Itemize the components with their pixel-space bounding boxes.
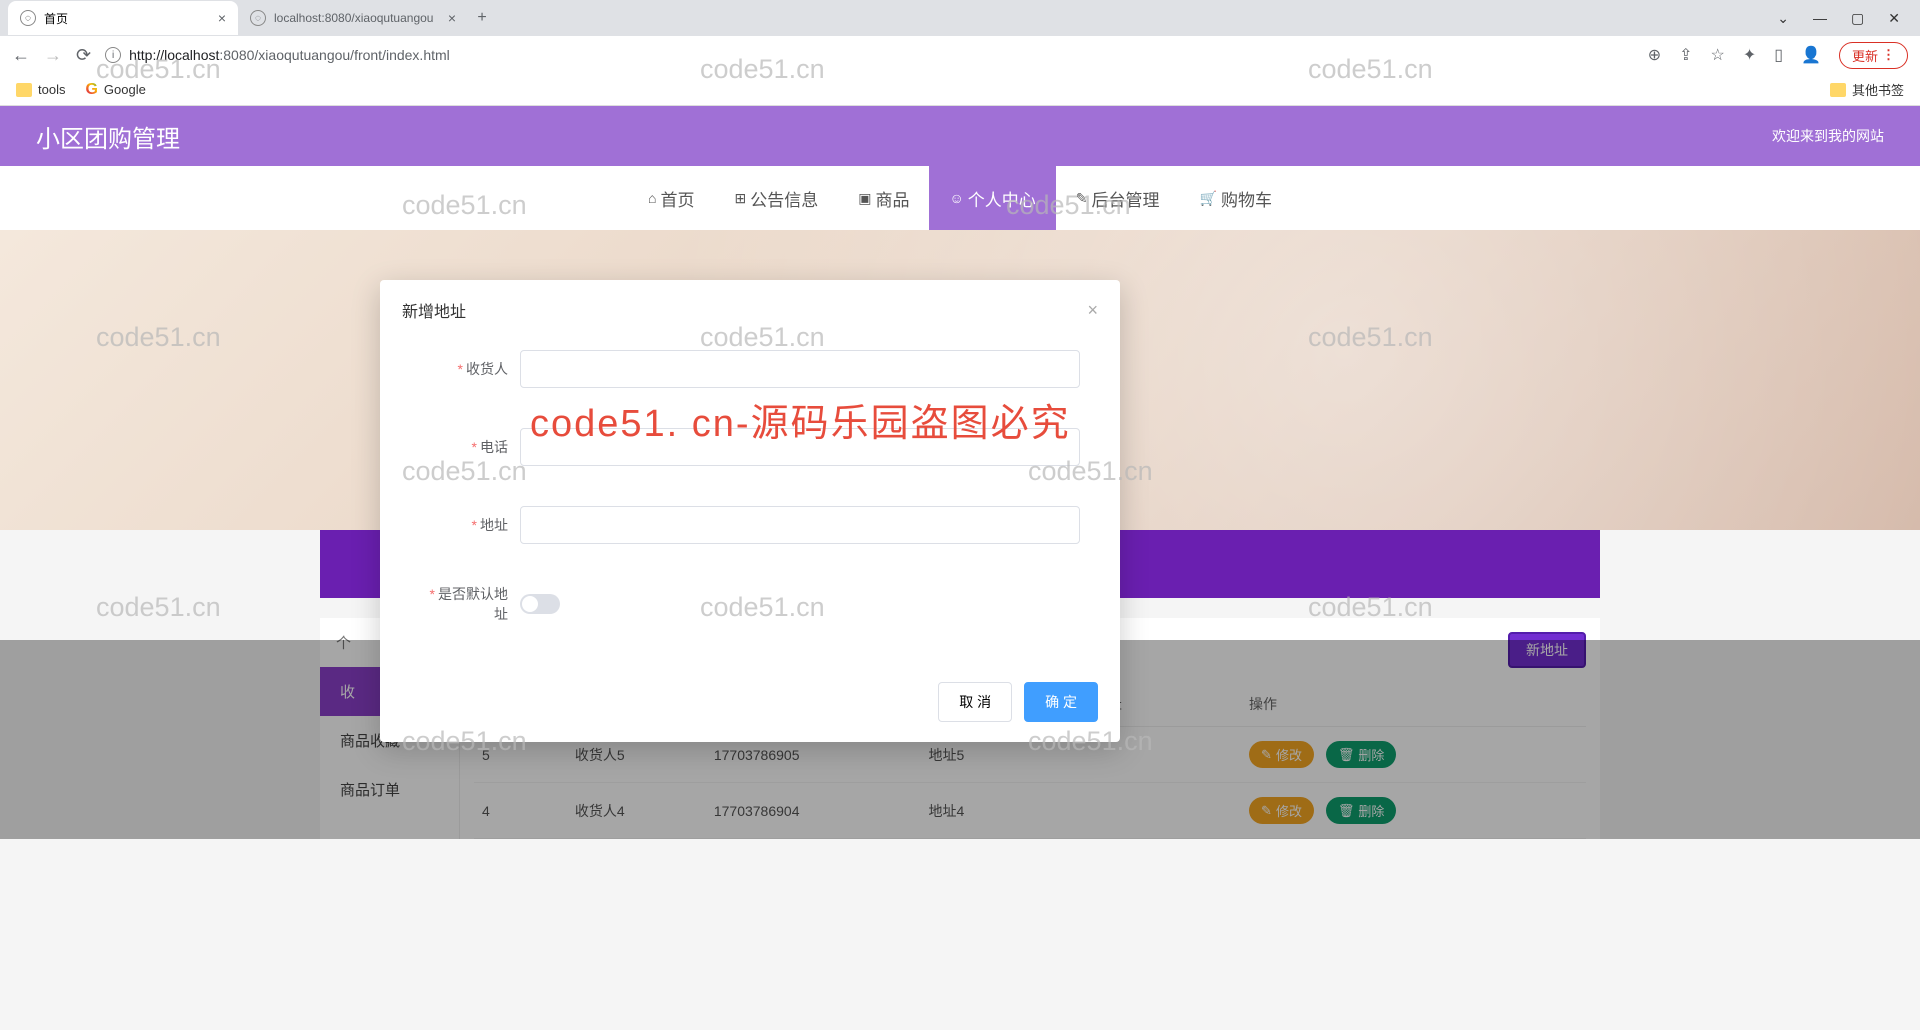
box-icon: ▣: [858, 190, 871, 207]
modal-title: 新增地址: [402, 298, 466, 322]
url-text: http://localhost:8080/xiaoqutuangou/fron…: [129, 47, 450, 63]
cart-icon: 🛒: [1200, 190, 1217, 207]
modal-footer: 取 消 确 定: [380, 670, 1120, 742]
url-input[interactable]: i http://localhost:8080/xiaoqutuangou/fr…: [105, 47, 1634, 63]
nav-products[interactable]: ▣商品: [838, 166, 929, 230]
browser-tab-active[interactable]: ◌ 首页 ×: [8, 1, 238, 35]
globe-icon: ◌: [250, 10, 266, 26]
cancel-button[interactable]: 取 消: [938, 682, 1012, 722]
close-icon[interactable]: ×: [218, 10, 226, 26]
bookmark-other[interactable]: 其他书签: [1830, 80, 1904, 99]
back-icon[interactable]: ←: [12, 45, 30, 66]
phone-label: *电话: [420, 437, 520, 457]
nav-admin[interactable]: ✎后台管理: [1056, 166, 1180, 230]
address-input[interactable]: [520, 506, 1080, 544]
extensions-icon[interactable]: ✦: [1743, 45, 1756, 65]
maximize-icon[interactable]: ▢: [1851, 10, 1864, 27]
forward-icon[interactable]: →: [44, 45, 62, 66]
default-switch[interactable]: [520, 594, 560, 614]
bookmark-tools[interactable]: tools: [16, 82, 65, 97]
globe-icon: ◌: [20, 10, 36, 26]
site-title: 小区团购管理: [36, 119, 180, 154]
default-label: *是否默认地址: [420, 584, 520, 624]
update-button[interactable]: 更新 ⋮: [1839, 42, 1908, 69]
tab-title: 首页: [44, 10, 68, 27]
new-tab-button[interactable]: +: [468, 4, 496, 32]
recipient-input[interactable]: [520, 350, 1080, 388]
folder-icon: [1830, 83, 1846, 97]
modal-header: 新增地址 ×: [380, 280, 1120, 340]
phone-input[interactable]: [520, 428, 1080, 466]
info-icon[interactable]: i: [105, 47, 121, 63]
tab-title: localhost:8080/xiaoqutuangou: [274, 11, 433, 25]
add-address-modal: 新增地址 × *收货人 *电话 *地址 *是否默认地址 取 消 确 定: [380, 280, 1120, 742]
confirm-button[interactable]: 确 定: [1024, 682, 1098, 722]
bookmark-google[interactable]: G Google: [85, 81, 145, 99]
welcome-text: 欢迎来到我的网站: [1772, 126, 1884, 146]
zoom-icon[interactable]: ⊕: [1648, 45, 1661, 65]
folder-icon: [16, 83, 32, 97]
google-icon: G: [85, 81, 97, 99]
user-icon: ☺: [949, 190, 963, 206]
minimize-icon[interactable]: —: [1813, 10, 1827, 27]
nav-announce[interactable]: ⊞公告信息: [715, 166, 839, 230]
recipient-label: *收货人: [420, 359, 520, 379]
home-icon: ⌂: [648, 190, 656, 206]
reload-icon[interactable]: ⟳: [76, 45, 91, 66]
link-icon: ✎: [1076, 190, 1088, 207]
modal-body: *收货人 *电话 *地址 *是否默认地址: [380, 340, 1120, 670]
chevron-down-icon[interactable]: ⌄: [1777, 10, 1789, 27]
nav-profile[interactable]: ☺个人中心: [929, 166, 1055, 230]
window-controls: ⌄ — ▢ ✕: [1777, 10, 1920, 27]
bookmarks-bar: tools G Google 其他书签: [0, 74, 1920, 106]
close-icon[interactable]: ×: [1087, 300, 1098, 321]
tab-bar: ◌ 首页 × ◌ localhost:8080/xiaoqutuangou × …: [0, 0, 1920, 36]
address-bar: ← → ⟳ i http://localhost:8080/xiaoqutuan…: [0, 36, 1920, 74]
browser-tab-inactive[interactable]: ◌ localhost:8080/xiaoqutuangou ×: [238, 1, 468, 35]
nav-cart[interactable]: 🛒购物车: [1180, 166, 1292, 230]
bookmark-icon[interactable]: ☆: [1711, 45, 1725, 65]
profile-icon[interactable]: 👤: [1801, 45, 1821, 65]
panel-icon[interactable]: ▯: [1774, 45, 1783, 65]
browser-chrome: ◌ 首页 × ◌ localhost:8080/xiaoqutuangou × …: [0, 0, 1920, 106]
share-icon[interactable]: ⇪: [1679, 45, 1692, 65]
close-icon[interactable]: ×: [448, 10, 456, 26]
address-label: *地址: [420, 515, 520, 535]
grid-icon: ⊞: [735, 190, 747, 207]
nav-home[interactable]: ⌂首页: [628, 166, 714, 230]
close-window-icon[interactable]: ✕: [1888, 10, 1900, 27]
main-nav: ⌂首页 ⊞公告信息 ▣商品 ☺个人中心 ✎后台管理 🛒购物车: [0, 166, 1920, 230]
address-actions: ⊕ ⇪ ☆ ✦ ▯ 👤 更新 ⋮: [1648, 42, 1908, 69]
site-header: 小区团购管理 欢迎来到我的网站: [0, 106, 1920, 166]
